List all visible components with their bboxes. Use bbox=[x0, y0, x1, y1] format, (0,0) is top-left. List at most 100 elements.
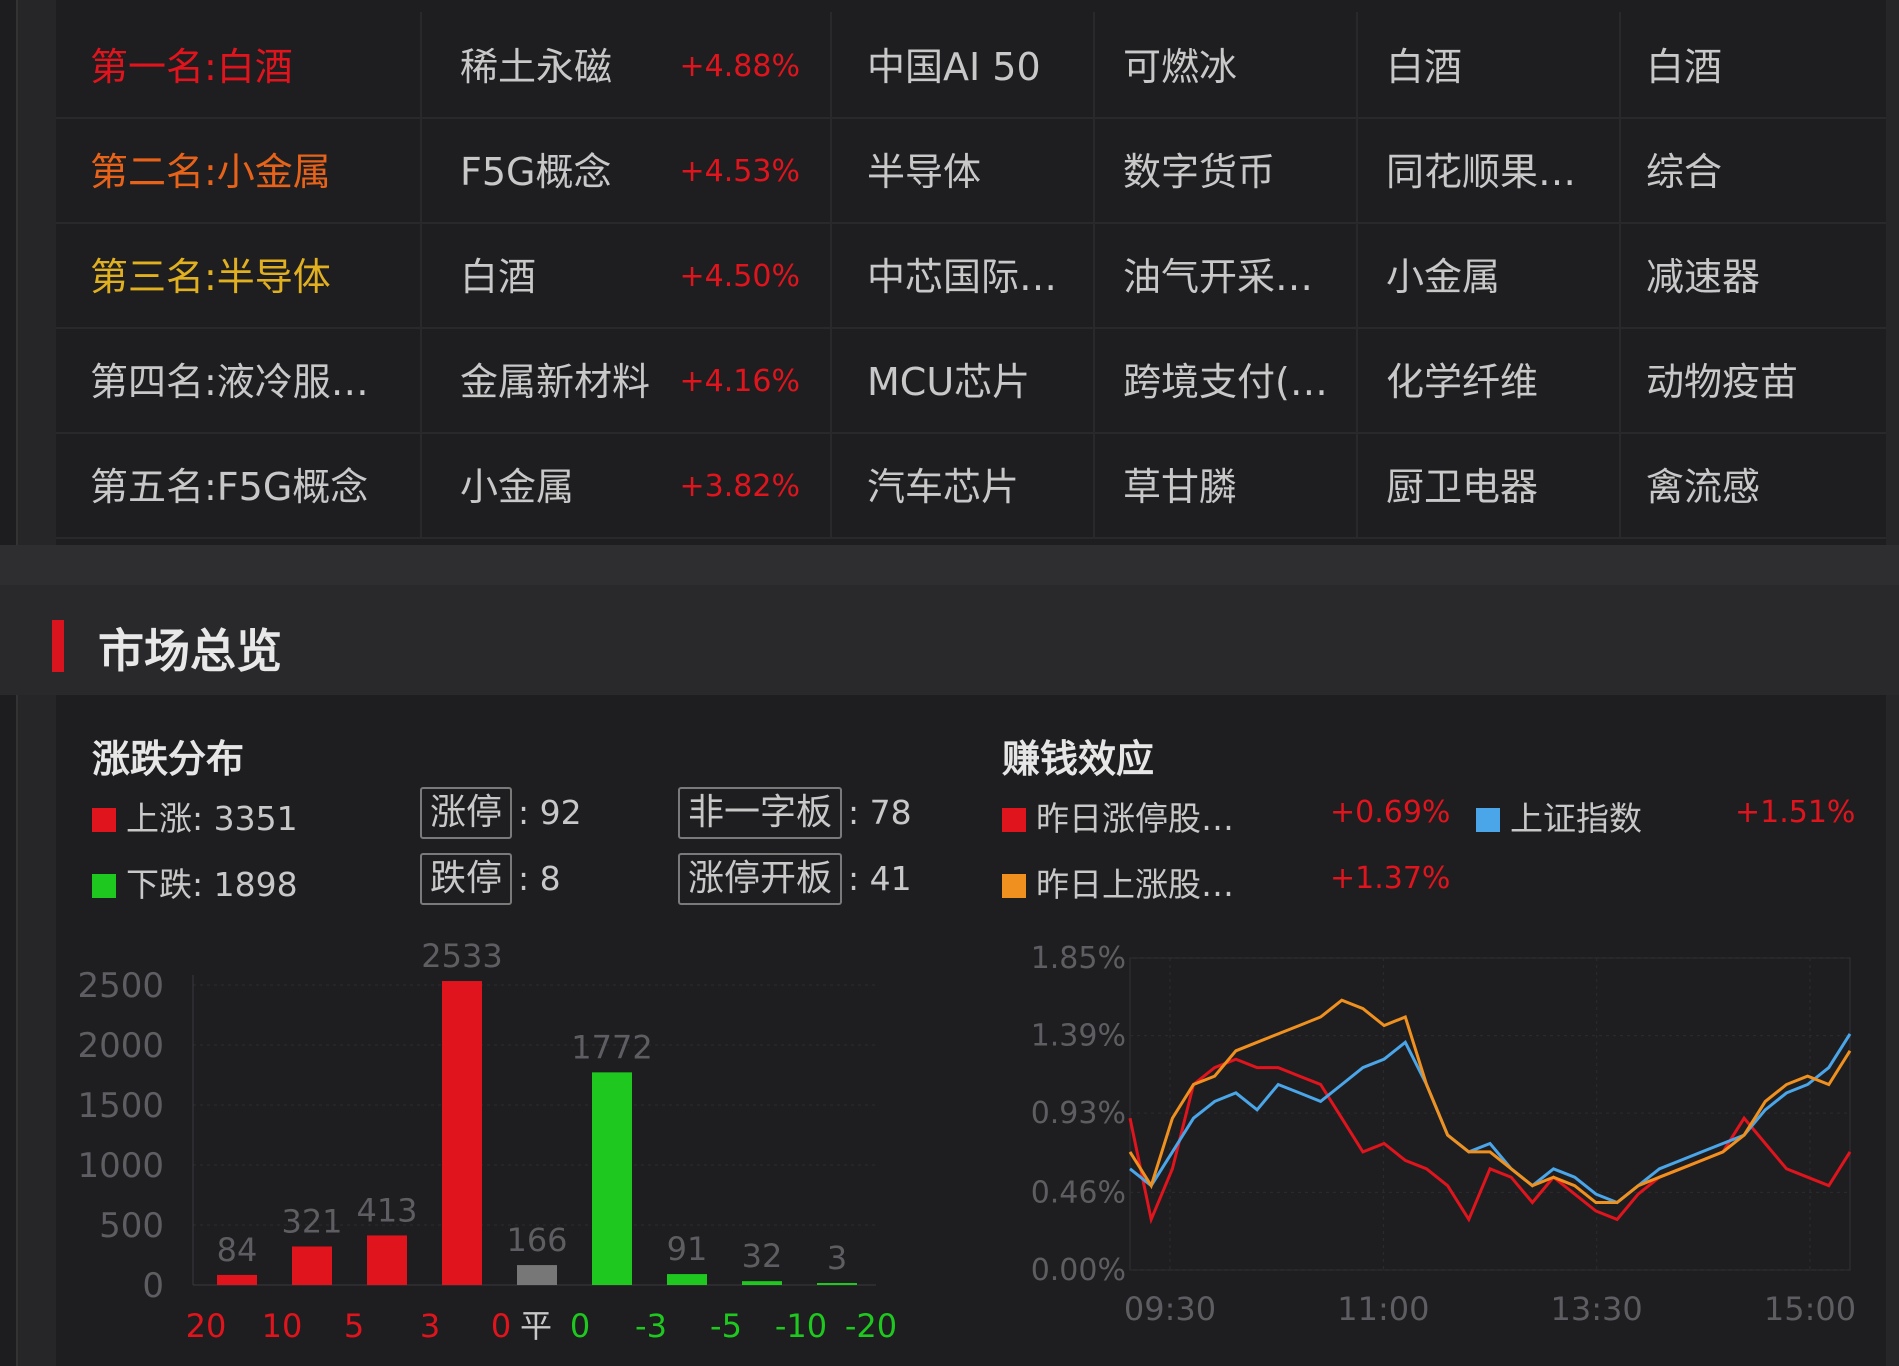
concept-name: 白酒 bbox=[460, 255, 537, 299]
legend-limit-up-yesterday[interactable]: 昨日涨停股… bbox=[1002, 792, 1234, 840]
rank-top-concept-cell[interactable]: F5G概念 +4.53% bbox=[422, 117, 832, 222]
bar bbox=[517, 1265, 557, 1285]
green-square-icon bbox=[92, 874, 116, 898]
rank-cell[interactable]: 减速器 bbox=[1621, 222, 1886, 327]
rank-cell[interactable]: 数字货币 bbox=[1095, 117, 1358, 222]
table-row[interactable]: 第一名:白酒 稀土永磁 +4.88% 中国AI 50 可燃冰 白酒 白酒 bbox=[56, 12, 1886, 119]
category-label: 10 bbox=[262, 1307, 303, 1345]
y-tick-label: 1000 bbox=[77, 1146, 164, 1186]
limit-open-stat: 涨停开板: 41 bbox=[678, 853, 912, 905]
rank-cell[interactable]: 中芯国际… bbox=[832, 222, 1095, 327]
concept-change: +4.50% bbox=[679, 259, 800, 294]
rank-name: 第一名:白酒 bbox=[90, 45, 293, 89]
down-count-label: 下跌: 1898 bbox=[126, 865, 298, 904]
rank-name: 第三名:半导体 bbox=[90, 255, 331, 299]
non-one-board-button[interactable]: 非一字板 bbox=[678, 787, 843, 839]
bar bbox=[667, 1274, 707, 1285]
category-label: -20 bbox=[845, 1307, 897, 1345]
rank-cell[interactable]: 半导体 bbox=[832, 117, 1095, 222]
legend-change: +1.51% bbox=[1735, 795, 1856, 830]
bar-value-label: 166 bbox=[506, 1221, 567, 1259]
table-row[interactable]: 第三名:半导体 白酒 +4.50% 中芯国际… 油气开采… 小金属 减速器 bbox=[56, 222, 1886, 329]
table-row[interactable]: 第五名:F5G概念 小金属 +3.82% 汽车芯片 草甘膦 厨卫电器 禽流感 bbox=[56, 432, 1886, 539]
category-label: 20 bbox=[186, 1307, 227, 1345]
limit-open-button[interactable]: 涨停开板 bbox=[678, 853, 843, 905]
concept-name: F5G概念 bbox=[460, 150, 612, 194]
legend-label: 昨日涨停股… bbox=[1036, 799, 1234, 838]
section-separator bbox=[0, 545, 1899, 585]
x-tick-label: 11:00 bbox=[1337, 1290, 1429, 1328]
legend-up-yesterday[interactable]: 昨日上涨股… bbox=[1002, 858, 1234, 906]
non-one-board-value: : 78 bbox=[848, 793, 912, 832]
rank-cell[interactable]: 跨境支付(… bbox=[1095, 327, 1358, 432]
rank-cell[interactable]: 小金属 bbox=[1358, 222, 1621, 327]
y-tick-label: 500 bbox=[99, 1206, 164, 1246]
blue-square-icon bbox=[1476, 808, 1500, 832]
rank-name-cell[interactable]: 第一名:白酒 bbox=[56, 12, 422, 117]
bar-value-label: 1772 bbox=[571, 1028, 652, 1066]
rank-top-concept-cell[interactable]: 白酒 +4.50% bbox=[422, 222, 832, 327]
legend-sh-index[interactable]: 上证指数 bbox=[1476, 792, 1642, 840]
orange-square-icon bbox=[1002, 874, 1026, 898]
bar-value-label: 91 bbox=[667, 1230, 708, 1268]
rank-cell[interactable]: 厨卫电器 bbox=[1358, 432, 1621, 537]
rank-cell[interactable]: 动物疫苗 bbox=[1621, 327, 1886, 432]
bar-value-label: 84 bbox=[217, 1231, 258, 1269]
category-label: 平 bbox=[520, 1307, 552, 1345]
section-title: 市场总览 bbox=[98, 624, 282, 678]
bar bbox=[367, 1235, 407, 1285]
concept-name: 金属新材料 bbox=[460, 360, 651, 404]
rank-cell[interactable]: 综合 bbox=[1621, 117, 1886, 222]
rank-cell[interactable]: 汽车芯片 bbox=[832, 432, 1095, 537]
y-tick-label: 0.00% bbox=[1031, 1253, 1126, 1288]
rank-cell[interactable]: 可燃冰 bbox=[1095, 12, 1358, 117]
limit-up-button[interactable]: 涨停 bbox=[420, 787, 513, 839]
profit-line-chart: 1.85% 1.39% 0.93% 0.46% 0.00%09:30 11:00 13:30… bbox=[1031, 941, 1856, 1328]
concept-name: 稀土永磁 bbox=[460, 45, 613, 89]
rank-name-cell[interactable]: 第二名:小金属 bbox=[56, 117, 422, 222]
y-tick-label: 1.39% bbox=[1031, 1019, 1126, 1054]
category-label: -10 bbox=[775, 1307, 827, 1345]
rank-name-cell[interactable]: 第五名:F5G概念 bbox=[56, 432, 422, 537]
legend-change: +0.69% bbox=[1330, 795, 1451, 830]
y-tick-label: 0 bbox=[142, 1266, 164, 1306]
profit-effect-title: 赚钱效应 bbox=[1002, 737, 1155, 781]
rank-cell[interactable]: MCU芯片 bbox=[832, 327, 1095, 432]
concept-change: +4.53% bbox=[679, 154, 800, 189]
x-tick-label: 13:30 bbox=[1551, 1290, 1643, 1328]
rank-cell[interactable]: 白酒 bbox=[1358, 12, 1621, 117]
rank-cell[interactable]: 草甘膦 bbox=[1095, 432, 1358, 537]
table-row[interactable]: 第四名:液冷服… 金属新材料 +4.16% MCU芯片 跨境支付(… 化学纤维 动… bbox=[56, 327, 1886, 434]
bar bbox=[742, 1281, 782, 1285]
rank-name-cell[interactable]: 第四名:液冷服… bbox=[56, 327, 422, 432]
bar bbox=[817, 1283, 857, 1285]
distribution-title: 涨跌分布 bbox=[92, 737, 245, 781]
rank-cell[interactable]: 中国AI 50 bbox=[832, 12, 1095, 117]
rank-top-concept-cell[interactable]: 金属新材料 +4.16% bbox=[422, 327, 832, 432]
red-square-icon bbox=[1002, 808, 1026, 832]
rank-top-concept-cell[interactable]: 小金属 +3.82% bbox=[422, 432, 832, 537]
rank-cell[interactable]: 油气开采… bbox=[1095, 222, 1358, 327]
x-tick-label: 15:00 bbox=[1764, 1290, 1856, 1328]
limit-up-stat: 涨停: 92 bbox=[420, 787, 582, 839]
rank-cell[interactable]: 同花顺果… bbox=[1358, 117, 1621, 222]
rank-cell[interactable]: 白酒 bbox=[1621, 12, 1886, 117]
category-label: 0 bbox=[570, 1307, 590, 1345]
table-row[interactable]: 第二名:小金属 F5G概念 +4.53% 半导体 数字货币 同花顺果… 综合 bbox=[56, 117, 1886, 224]
non-one-board-stat: 非一字板: 78 bbox=[678, 787, 912, 839]
limit-down-button[interactable]: 跌停 bbox=[420, 853, 513, 905]
section-header bbox=[0, 585, 1899, 695]
category-label: 0 bbox=[491, 1307, 511, 1345]
rank-name-cell[interactable]: 第三名:半导体 bbox=[56, 222, 422, 327]
category-label: -3 bbox=[635, 1307, 667, 1345]
rank-cell[interactable]: 禽流感 bbox=[1621, 432, 1886, 537]
section-accent-bar bbox=[52, 620, 64, 672]
limit-up-value: : 92 bbox=[518, 793, 582, 832]
plot-frame bbox=[1129, 957, 1851, 1271]
concept-change: +3.82% bbox=[679, 469, 800, 504]
series-line bbox=[1128, 1057, 1852, 1225]
rank-top-concept-cell[interactable]: 稀土永磁 +4.88% bbox=[422, 12, 832, 117]
rank-name: 第四名:液冷服… bbox=[90, 360, 369, 404]
y-tick-label: 0.93% bbox=[1031, 1096, 1126, 1131]
rank-cell[interactable]: 化学纤维 bbox=[1358, 327, 1621, 432]
